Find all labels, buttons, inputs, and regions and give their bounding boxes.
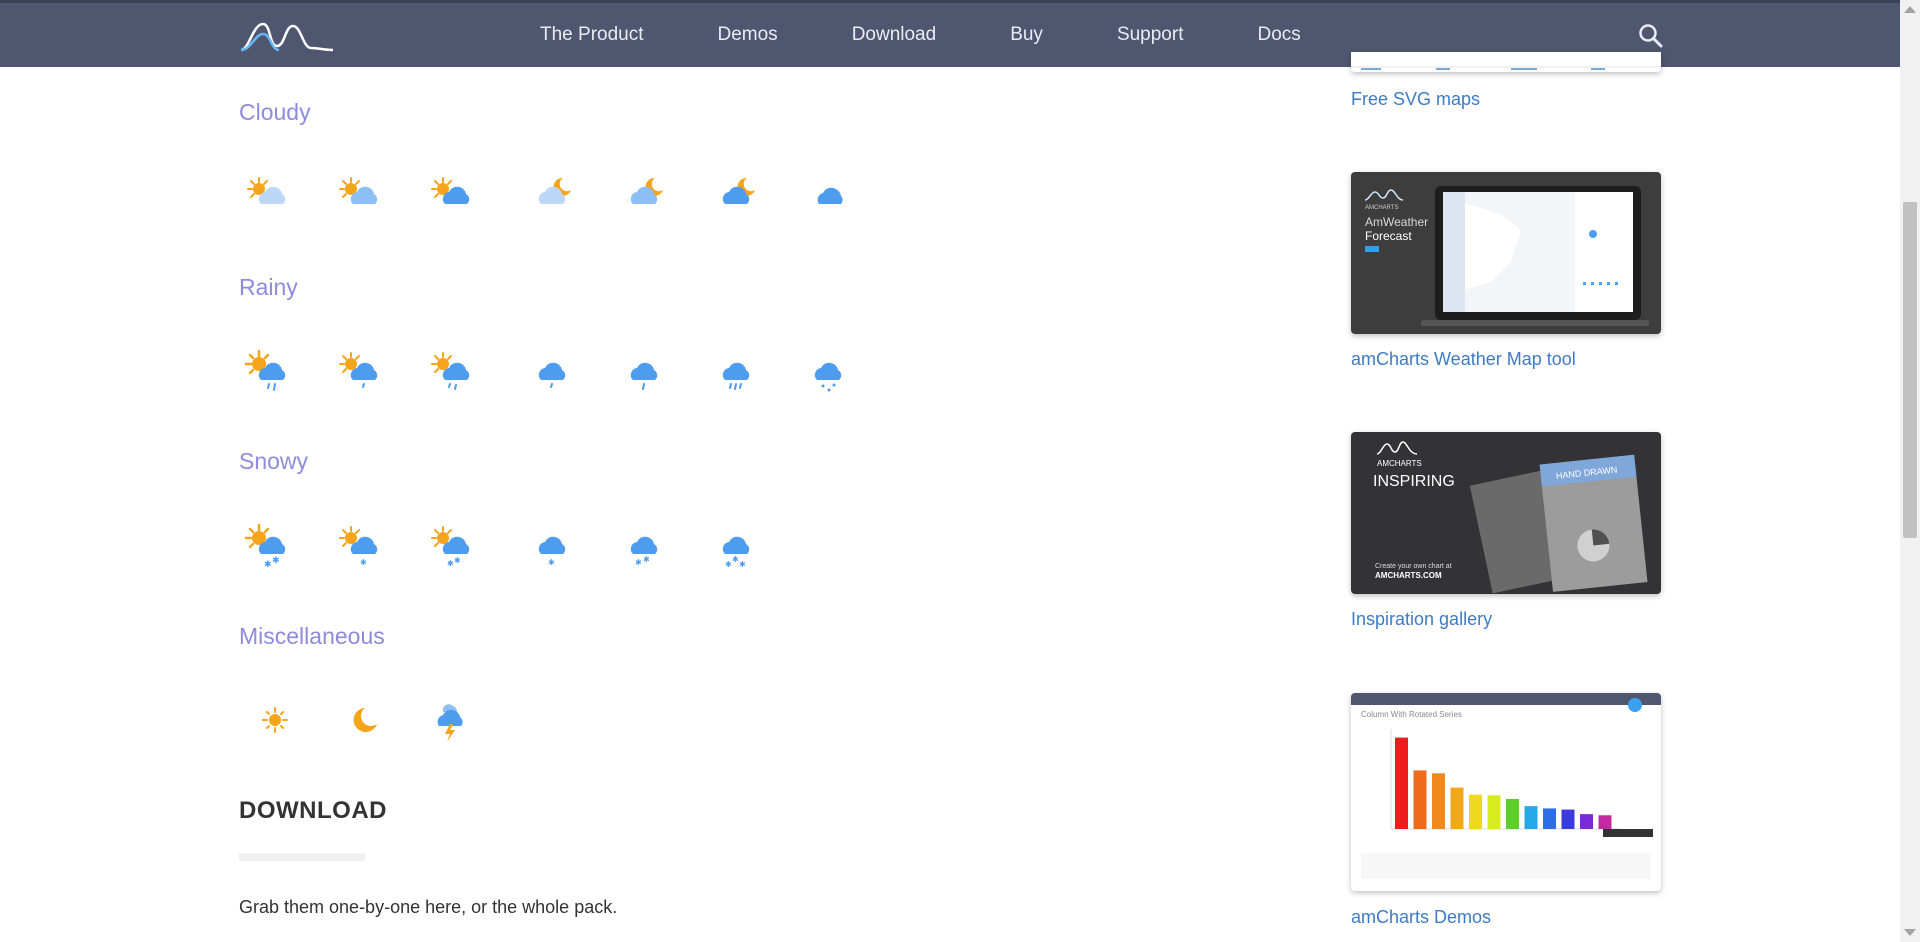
overcast-icon[interactable] [801,166,861,226]
day-snow-3-icon[interactable]: ✱ ✱ [423,517,483,577]
sun-icon[interactable] [239,692,299,752]
demo-bar [1543,808,1556,829]
rain-3-icon[interactable] [709,343,769,403]
svg-text:✱: ✱ [360,558,367,567]
svg-text:✱: ✱ [264,560,272,570]
night-cloudy-light-icon[interactable] [525,166,585,226]
weather-promo-line1: AmWeather [1365,215,1428,229]
demo-bar [1506,799,1519,829]
svg-maps-thumbnail[interactable] [1351,52,1661,72]
svg-text:✱: ✱ [739,560,746,569]
scrollbar-thumb[interactable] [1903,202,1917,538]
demo-bar [1413,770,1427,829]
main-nav: The Product Demos Download Buy Support D… [540,3,1375,67]
inspiration-gallery-thumbnail[interactable]: AMCHARTS INSPIRING HAND DRAWN Create you… [1351,432,1661,594]
rain-drops-icon[interactable] [801,343,861,403]
night-cloudy-medium-icon[interactable] [617,166,677,226]
weather-promo-brand: AMCHARTS [1365,205,1399,211]
snow-3-icon[interactable]: ✱ ✱ ✱ [709,517,769,577]
svg-text:✱: ✱ [725,560,732,569]
demo-bar [1598,815,1612,829]
rain-1-icon[interactable] [525,343,585,403]
demo-bar [1524,806,1538,829]
thunderstorm-icon[interactable] [423,692,483,752]
nav-item-the-product[interactable]: The Product [540,24,644,46]
amcharts-demos-link[interactable]: amCharts Demos [1351,907,1491,928]
section-title-rainy: Rainy [239,274,298,300]
svg-text:✱: ✱ [272,556,280,566]
svg-text:✱: ✱ [447,559,454,568]
section-title-cloudy: Cloudy [239,99,311,125]
scroll-down-arrow-icon[interactable] [1904,929,1916,936]
day-cloudy-light-icon[interactable] [239,166,299,226]
weather-map-thumbnail[interactable]: AMCHARTS AmWeather Forecast [1351,172,1661,334]
day-snow-2-icon[interactable]: ✱ [331,517,391,577]
inspiring-promo-footer2: AMCHARTS.COM [1375,571,1442,580]
free-svg-maps-link[interactable]: Free SVG maps [1351,89,1480,110]
day-snow-1-icon[interactable]: ✱ ✱ [239,517,299,577]
demo-chart-title: Column With Rotated Series [1361,710,1462,719]
demo-bar [1432,773,1445,829]
vertical-scrollbar[interactable] [1900,0,1920,942]
weather-promo-line2: Forecast [1365,229,1412,243]
weather-map-tool-link[interactable]: amCharts Weather Map tool [1351,349,1576,370]
section-title-snowy: Snowy [239,448,309,474]
amcharts-logo-icon[interactable] [239,18,335,54]
download-heading: DOWNLOAD [239,797,387,824]
svg-text:✱: ✱ [548,558,555,567]
demo-bar [1580,814,1593,829]
day-cloudy-medium-icon[interactable] [331,166,391,226]
nav-item-download[interactable]: Download [852,24,937,46]
svg-text:✱: ✱ [635,558,642,567]
day-rain-2-icon[interactable] [331,343,391,403]
demo-bar [1487,795,1501,829]
nav-item-demos[interactable]: Demos [718,24,778,46]
nav-item-support[interactable]: Support [1117,24,1184,46]
scroll-up-arrow-icon[interactable] [1904,6,1916,13]
section-title-miscellaneous: Miscellaneous [239,623,385,649]
heading-underline [239,853,365,861]
snow-1-icon[interactable]: ✱ [525,517,585,577]
nav-item-buy[interactable]: Buy [1010,24,1043,46]
moon-icon[interactable] [331,692,391,752]
day-rain-1-icon[interactable] [239,343,299,403]
day-cloudy-heavy-icon[interactable] [423,166,483,226]
svg-text:✱: ✱ [732,555,739,564]
inspiring-promo-footer1: Create your own chart at [1375,563,1452,570]
rain-2-icon[interactable] [617,343,677,403]
nav-item-docs[interactable]: Docs [1257,24,1300,46]
inspiration-gallery-link[interactable]: Inspiration gallery [1351,609,1492,630]
demo-bar [1450,787,1464,829]
inspiring-promo-title: INSPIRING [1373,473,1455,490]
search-icon[interactable] [1638,23,1664,49]
demo-bar [1469,794,1482,829]
inspiring-promo-brand: AMCHARTS [1377,459,1422,468]
amcharts-demos-thumbnail[interactable]: Column With Rotated Series [1351,693,1661,891]
snow-2-icon[interactable]: ✱ ✱ [617,517,677,577]
night-cloudy-heavy-icon[interactable] [709,166,769,226]
svg-text:✱: ✱ [454,556,461,565]
demo-bar [1561,809,1575,829]
svg-text:✱: ✱ [643,555,650,564]
day-rain-3-icon[interactable] [423,343,483,403]
download-description: Grab them one-by-one here, or the whole … [239,897,618,917]
demo-bar [1395,737,1408,829]
